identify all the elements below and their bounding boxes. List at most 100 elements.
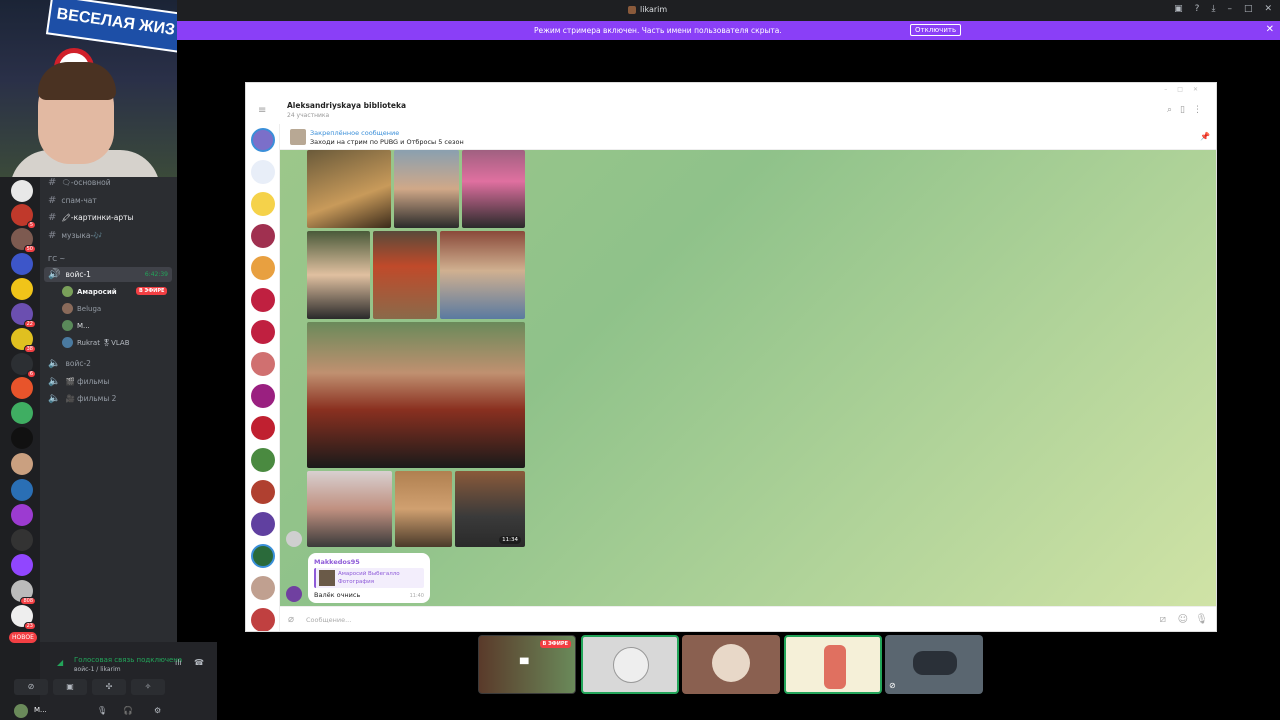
sender-avatar[interactable] [286,586,302,602]
voice-user[interactable]: Rukrat 🎖VLAB [62,337,130,348]
reply-quote[interactable]: Амаросий Выбегалло Фотография [314,568,424,588]
voice-user[interactable]: Амаросий [62,286,117,297]
channel-text[interactable]: # спам-чат [48,195,97,206]
chat-avatar[interactable] [251,192,275,216]
chat-avatar[interactable] [251,576,275,600]
photo-time: 11:34 [499,536,521,544]
album-photo[interactable] [307,322,525,468]
help-icon[interactable]: ? [1195,4,1200,14]
chat-avatar[interactable] [251,384,275,408]
voice-channel[interactable]: 🔈 войс-2 [48,358,91,369]
channel-text[interactable]: # 🖍-картинки-арты [48,212,133,223]
album-photo[interactable]: 11:34 [455,471,525,547]
message-input[interactable]: Сообщение... [306,616,351,624]
minimize-icon[interactable]: – [1227,4,1232,14]
microphone-icon[interactable]: 🎙 [1195,614,1208,625]
more-icon[interactable]: ⋮ [1193,105,1210,115]
chat-avatar[interactable] [251,256,275,280]
server-icon[interactable] [11,377,33,399]
message-bubble[interactable]: Makkedos95 Амаросий Выбегалло Фотография… [308,553,430,603]
chat-avatar[interactable] [251,416,275,440]
participant-tile[interactable] [784,635,882,694]
noise-icon[interactable]: ılı [175,658,182,667]
chat-avatar[interactable] [251,160,275,184]
new-badge[interactable]: НОВОЕ [9,632,37,643]
album-photo[interactable] [394,150,459,228]
server-icon[interactable]: 6 [11,353,36,378]
chat-avatar[interactable] [251,544,275,568]
server-icon[interactable] [11,529,33,551]
server-icon[interactable]: 808 [11,580,36,605]
chat-avatar[interactable] [251,512,275,536]
settings-icon[interactable]: ⚙ [154,706,161,715]
menu-icon[interactable]: ≡ [258,105,266,116]
close-icon[interactable]: ✕ [1264,4,1272,14]
close-icon[interactable]: ✕ [1266,24,1274,35]
server-icon[interactable] [11,504,33,526]
server-icon[interactable] [11,180,33,202]
participant-tile[interactable]: ⊘ [885,635,983,694]
server-icon[interactable]: 50 [11,228,36,253]
album-photo[interactable] [307,231,370,319]
chat-avatar[interactable] [251,448,275,472]
album-photo[interactable] [307,471,392,547]
camera-button[interactable]: ⊘ [14,679,48,695]
chat-title[interactable]: Aleksandriyskaya biblioteka [287,101,406,110]
search-icon[interactable]: ⌕ [1167,105,1180,115]
server-icon[interactable] [11,402,33,424]
chat-avatar[interactable] [251,128,275,152]
server-icon[interactable] [11,479,33,501]
participant-tile[interactable] [581,635,679,694]
chat-avatar[interactable] [251,320,275,344]
chat-avatar[interactable] [251,480,275,504]
download-icon[interactable]: ⤓ [1211,4,1215,14]
avatar[interactable] [14,704,28,718]
album-photo[interactable] [373,231,437,319]
voice-channel[interactable]: 🔈 🎬 фильмы [48,376,109,387]
screen-share-button[interactable]: ▣ [53,679,87,695]
pinned-message-bar[interactable]: Закреплённое сообщение Заходи на стрим п… [280,124,1216,150]
soundboard-button[interactable]: ✧ [131,679,165,695]
participant-tile[interactable] [682,635,780,694]
sidebar-icon[interactable]: ▯ [1180,105,1193,115]
server-icon[interactable]: 23 [11,605,36,630]
maximize-icon[interactable]: □ [1244,4,1253,14]
emoji-icon[interactable]: ☺ [1178,614,1188,625]
voice-channel[interactable]: 🔈 🎥 фильмы 2 [48,393,116,404]
server-icon[interactable]: 38 [11,328,36,353]
album-photo[interactable] [440,231,525,319]
twitch-icon[interactable] [11,554,33,576]
disconnect-icon[interactable]: ☎ [194,658,204,667]
category-voice[interactable]: ГС ~ [48,255,65,263]
chat-avatar[interactable] [251,352,275,376]
server-icon[interactable]: 5 [11,204,36,229]
monitor-icon[interactable]: ▣ [1174,4,1183,14]
microphone-icon[interactable]: 🎙 [97,706,107,715]
channel-text[interactable]: # музыка-🎶 [48,230,103,241]
chat-avatar[interactable] [251,288,275,312]
sender-avatar[interactable] [286,531,302,547]
server-icon[interactable] [11,453,33,475]
album-photo[interactable] [462,150,525,228]
album-photo[interactable] [307,150,391,228]
channel-list: # 🗨-основной # спам-чат # 🖍-картинки-арты #… [14,177,217,720]
voice-channel-active[interactable]: 🔊 войс-1 6:42:39 [44,267,172,282]
chat-avatar[interactable] [251,224,275,248]
server-icon[interactable] [11,253,33,275]
attach-icon[interactable]: ⌀ [288,614,294,625]
participant-tile[interactable]: В ЭФИРЕ ▀ [478,635,576,694]
disable-streamer-button[interactable]: Отключить [910,24,962,36]
message-author[interactable]: Makkedos95 [314,558,360,566]
activities-button[interactable]: ✣ [92,679,126,695]
voice-user[interactable]: Beluga [62,303,101,314]
headphones-icon[interactable]: 🎧 [123,706,133,715]
server-icon[interactable]: 22 [11,303,36,328]
voice-user[interactable]: M... [62,320,90,331]
commands-icon[interactable]: ⧄ [1160,614,1166,625]
server-icon[interactable] [11,427,33,449]
pin-list-icon[interactable]: 📌 [1200,132,1210,141]
server-icon[interactable] [11,278,33,300]
album-photo[interactable] [395,471,452,547]
chat-avatar[interactable] [251,608,275,631]
channel-text[interactable]: # 🗨-основной [48,177,111,188]
